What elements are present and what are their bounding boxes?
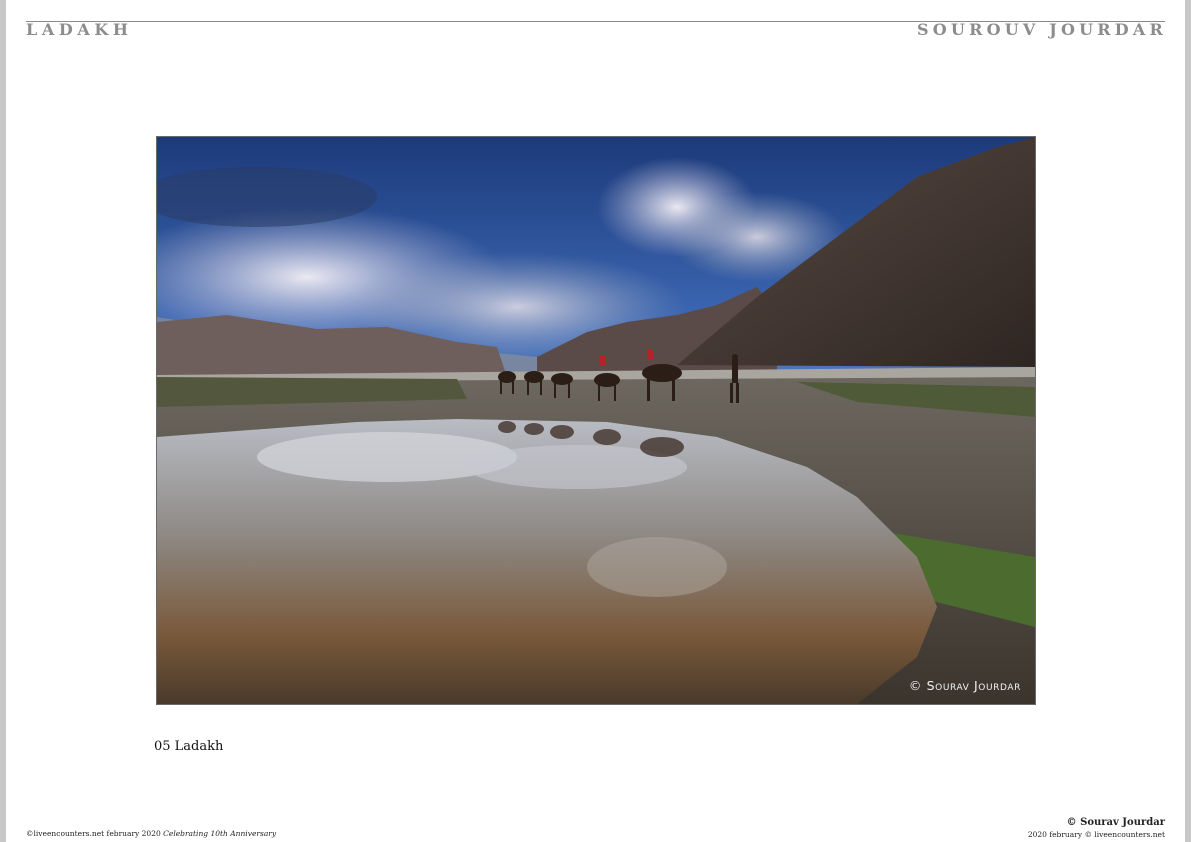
- author-header: SOUROUV JOURDAR: [917, 20, 1167, 39]
- landscape-photo: © Sourav Jourdar: [156, 136, 1036, 705]
- section-title: LADAKH: [26, 20, 133, 39]
- photo-watermark: © Sourav Jourdar: [908, 678, 1021, 693]
- footer-right: © Sourav Jourdar 2020 february © liveenc…: [1028, 816, 1165, 840]
- footer-left: ©liveencounters.net february 2020 Celebr…: [26, 829, 276, 838]
- magazine-page: LADAKH SOUROUV JOURDAR © Sourav Jourdar …: [6, 0, 1185, 842]
- footer-credit: © Sourav Jourdar: [1066, 817, 1165, 828]
- footer-copyright: ©liveencounters.net february 2020: [26, 829, 161, 838]
- footer-anniversary: Celebrating 10th Anniversary: [163, 829, 277, 838]
- photo-illustration: [157, 137, 1035, 704]
- photo-caption: 05 Ladakh: [154, 739, 224, 754]
- footer-issue: 2020 february © liveencounters.net: [1027, 830, 1165, 839]
